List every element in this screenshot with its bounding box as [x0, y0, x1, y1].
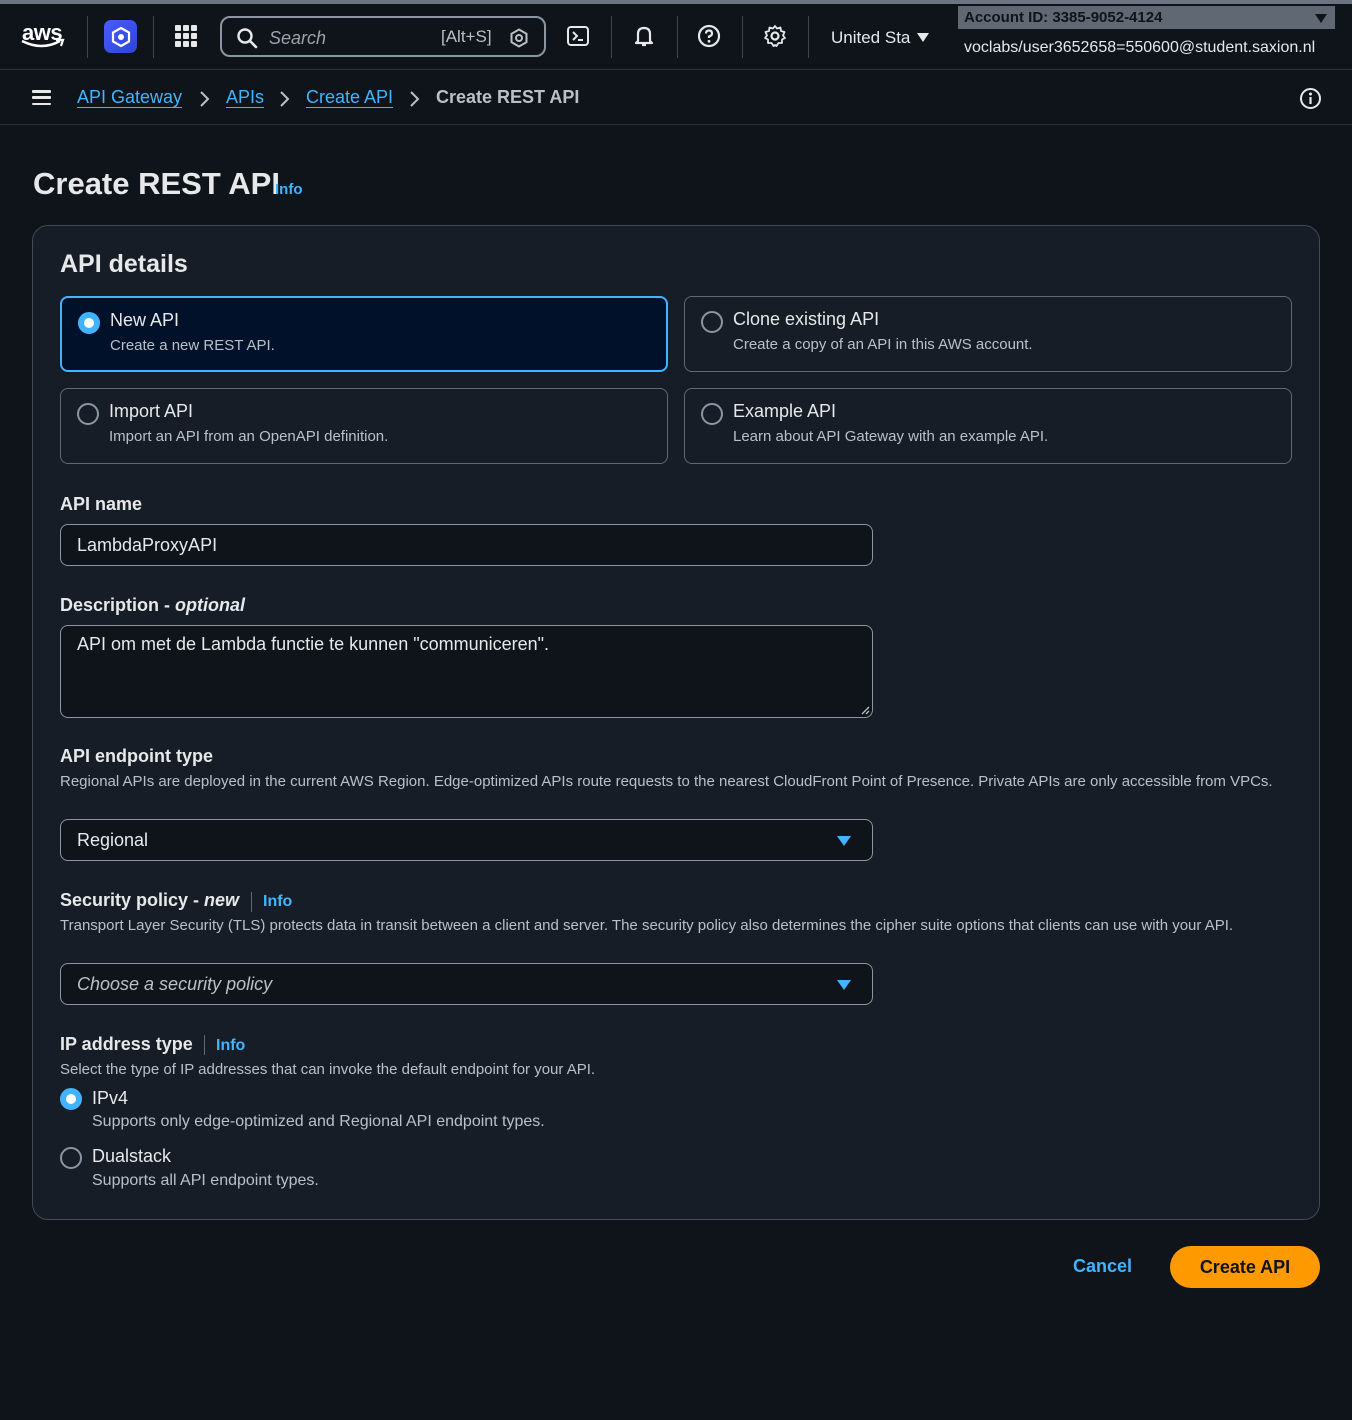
cancel-button[interactable]: Cancel: [1073, 1256, 1132, 1277]
option-new-api[interactable]: New API Create a new REST API.: [60, 296, 668, 372]
cloudshell-cube-icon[interactable]: [104, 20, 137, 53]
radio-clone-api[interactable]: [701, 311, 723, 333]
security-policy-new: new: [204, 890, 240, 910]
search-shortcut: [Alt+S]: [441, 27, 492, 46]
radio-new-api[interactable]: [78, 312, 100, 334]
radio-import-api[interactable]: [77, 403, 99, 425]
aws-logo[interactable]: aws: [20, 20, 68, 52]
region-caret-down-icon[interactable]: [917, 33, 929, 42]
breadcrumb-api-gateway[interactable]: API Gateway: [77, 87, 182, 108]
nav-divider: [742, 16, 743, 58]
api-name-label: API name: [60, 494, 143, 514]
endpoint-type-value: Regional: [77, 830, 149, 850]
amazon-q-icon[interactable]: [509, 28, 529, 48]
search-input[interactable]: Search [Alt+S]: [220, 16, 546, 57]
resize-handle-icon[interactable]: [860, 705, 870, 715]
radio-dualstack[interactable]: [60, 1147, 82, 1169]
option-title: Import API: [109, 401, 194, 421]
description-label: Description - optional: [60, 595, 245, 616]
help-icon[interactable]: [697, 24, 721, 48]
ip-type-info-link[interactable]: Info: [216, 1037, 245, 1055]
account-id: Account ID: 3385-9052-4124: [964, 9, 1163, 26]
user-name[interactable]: voclabs/user3652658=550600@student.saxio…: [964, 39, 1315, 57]
page-info-link[interactable]: Info: [275, 181, 303, 198]
endpoint-type-select[interactable]: Regional: [60, 819, 873, 861]
account-caret-down-icon: [1315, 14, 1327, 23]
region-selector[interactable]: United Sta: [831, 28, 910, 48]
security-policy-label: Security policy - new: [60, 890, 239, 911]
breadcrumb-current: Create REST API: [436, 87, 580, 107]
ip-type-desc: Select the type of IP addresses that can…: [60, 1061, 596, 1078]
ipv4-title[interactable]: IPv4: [92, 1088, 128, 1109]
breadcrumb-bar: API Gateway APIs Create API Create REST …: [0, 70, 1352, 125]
account-menu[interactable]: Account ID: 3385-9052-4124: [958, 6, 1335, 29]
nav-divider: [611, 16, 612, 58]
menu-hamburger-icon[interactable]: [32, 90, 51, 105]
cloudshell-icon[interactable]: [566, 24, 590, 48]
dualstack-title[interactable]: Dualstack: [92, 1146, 171, 1167]
endpoint-type-desc: Regional APIs are deployed in the curren…: [60, 773, 1273, 790]
aws-smile-icon: [21, 38, 65, 48]
page-title: Create REST API: [33, 166, 280, 201]
breadcrumb-apis[interactable]: APIs: [226, 87, 264, 108]
chevron-right-icon: [280, 91, 290, 107]
ip-type-label: IP address type: [60, 1034, 193, 1054]
nav-divider: [87, 16, 88, 58]
nav-divider: [677, 16, 678, 58]
api-details-heading: API details: [60, 250, 188, 278]
endpoint-type-label: API endpoint type: [60, 746, 213, 766]
api-name-input[interactable]: LambdaProxyAPI: [60, 524, 873, 566]
security-policy-label-text: Security policy -: [60, 890, 205, 910]
description-label-text: Description -: [60, 595, 176, 615]
breadcrumb-create-api[interactable]: Create API: [306, 87, 393, 108]
nav-divider: [808, 16, 809, 58]
option-title: Example API: [733, 401, 837, 421]
description-value: API om met de Lambda functie te kunnen "…: [77, 634, 550, 654]
security-policy-select[interactable]: Choose a security policy: [60, 963, 873, 1005]
option-desc: Import an API from an OpenAPI definition…: [109, 428, 389, 445]
option-title: New API: [110, 310, 180, 330]
description-optional: optional: [175, 595, 246, 615]
option-desc: Learn about API Gateway with an example …: [733, 428, 1049, 445]
option-desc: Create a new REST API.: [110, 337, 275, 354]
search-icon: [237, 28, 258, 49]
top-strip: [0, 0, 1352, 4]
notifications-bell-icon[interactable]: [632, 24, 656, 48]
nav-divider: [153, 16, 154, 58]
radio-ipv4[interactable]: [60, 1088, 82, 1110]
option-title: Clone existing API: [733, 309, 880, 329]
settings-gear-icon[interactable]: [763, 24, 787, 48]
security-policy-desc: Transport Layer Security (TLS) protects …: [60, 917, 1234, 934]
info-circle-icon[interactable]: [1299, 87, 1322, 110]
radio-example-api[interactable]: [701, 403, 723, 425]
option-example-api[interactable]: Example API Learn about API Gateway with…: [684, 388, 1292, 464]
caret-down-icon: [837, 980, 851, 990]
services-grid-icon[interactable]: [175, 25, 197, 47]
option-desc: Create a copy of an API in this AWS acco…: [733, 336, 1033, 353]
create-api-button[interactable]: Create API: [1170, 1246, 1320, 1288]
ipv4-desc: Supports only edge-optimized and Regiona…: [92, 1113, 545, 1130]
search-placeholder: Search: [269, 28, 327, 48]
caret-down-icon: [837, 836, 851, 846]
top-navigation: aws Search [Alt+S] United Sta Account ID…: [0, 0, 1352, 70]
chevron-right-icon: [410, 91, 420, 107]
option-clone-api[interactable]: Clone existing API Create a copy of an A…: [684, 296, 1292, 372]
dualstack-desc: Supports all API endpoint types.: [92, 1172, 319, 1189]
security-policy-placeholder: Choose a security policy: [77, 974, 273, 994]
security-policy-info-link[interactable]: Info: [263, 893, 292, 911]
option-import-api[interactable]: Import API Import an API from an OpenAPI…: [60, 388, 668, 464]
description-textarea[interactable]: API om met de Lambda functie te kunnen "…: [60, 625, 873, 718]
label-divider: [204, 1035, 205, 1055]
label-divider: [251, 892, 252, 912]
chevron-right-icon: [200, 91, 210, 107]
